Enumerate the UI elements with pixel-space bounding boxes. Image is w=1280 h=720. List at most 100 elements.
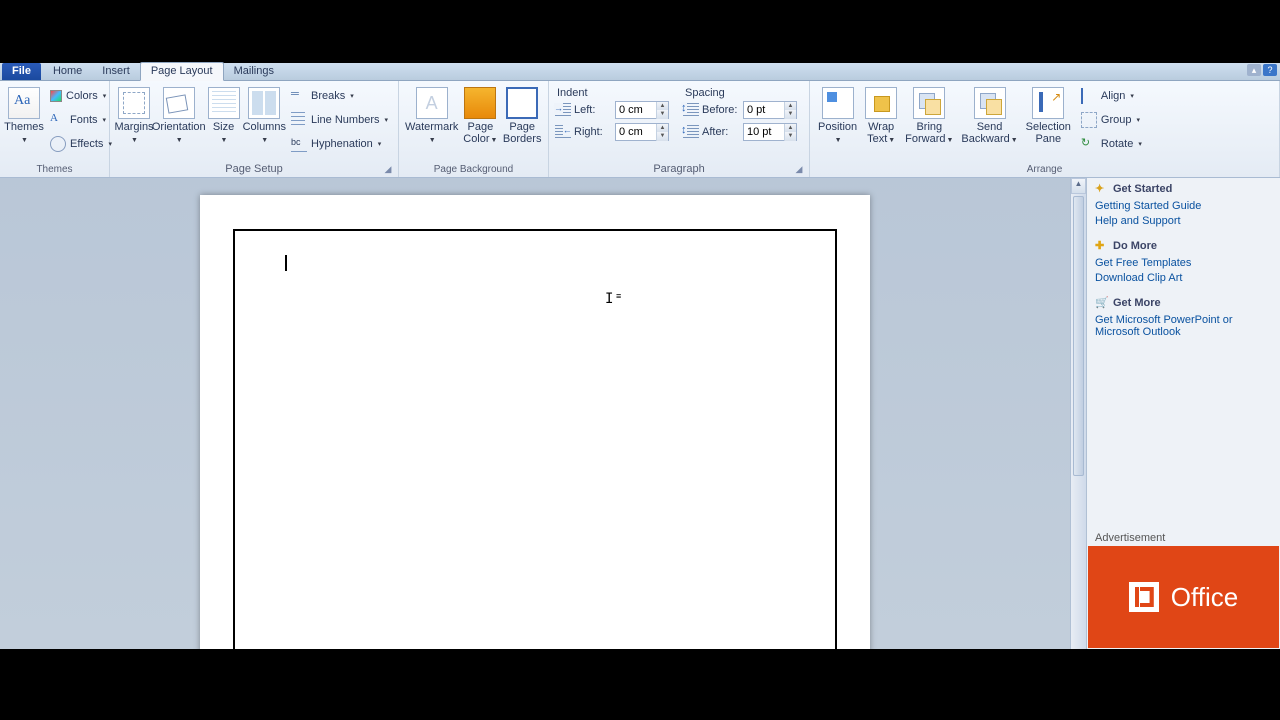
indent-right-icon — [555, 125, 571, 139]
spacing-after-spinner[interactable]: ▲▼ — [743, 123, 797, 141]
chevron-down-icon: ▼ — [946, 137, 953, 144]
scroll-up-icon[interactable]: ▲ — [1071, 178, 1086, 194]
hyphenation-button[interactable]: Hyphenation▾ — [287, 133, 392, 155]
indent-right-spinner[interactable]: ▲▼ — [615, 123, 669, 141]
spin-down-icon[interactable]: ▼ — [784, 110, 796, 119]
spacing-before-input[interactable] — [744, 104, 784, 116]
selection-pane-label: Selection Pane — [1026, 121, 1071, 145]
office-logo-icon — [1129, 582, 1159, 612]
tab-home[interactable]: Home — [43, 63, 92, 80]
indent-right-input[interactable] — [616, 126, 656, 138]
align-button[interactable]: Align▾ — [1077, 85, 1146, 107]
send-backward-button[interactable]: Send Backward▼ — [957, 83, 1021, 147]
breaks-button[interactable]: Breaks▾ — [287, 85, 392, 107]
tab-page-layout[interactable]: Page Layout — [140, 62, 224, 81]
themes-button[interactable]: Themes▼ — [4, 83, 44, 147]
margins-label: Margins — [114, 121, 153, 133]
group-title-themes: Themes — [4, 163, 105, 176]
chevron-down-icon: ▼ — [131, 137, 138, 144]
send-backward-icon — [974, 87, 1006, 119]
tab-file[interactable]: File — [2, 63, 41, 80]
spin-up-icon[interactable]: ▲ — [784, 124, 796, 133]
tab-insert[interactable]: Insert — [92, 63, 140, 80]
chevron-down-icon: ▼ — [1011, 137, 1018, 144]
group-icon — [1081, 112, 1097, 128]
indent-left-input[interactable] — [616, 104, 656, 116]
vertical-scrollbar[interactable]: ▲ — [1070, 178, 1086, 649]
rotate-button[interactable]: ↻Rotate▾ — [1077, 133, 1146, 155]
help-icon[interactable]: ? — [1263, 64, 1277, 76]
position-label: Position — [818, 121, 857, 133]
dialog-launcher-icon[interactable]: ◢ — [793, 164, 805, 176]
ribbon: Themes▼ Colors▾ AFonts▾ Effects▾ Themes … — [0, 81, 1280, 178]
scroll-thumb[interactable] — [1073, 196, 1084, 476]
position-icon — [822, 87, 854, 119]
spacing-heading: Spacing — [683, 85, 797, 99]
size-label: Size — [213, 121, 234, 133]
spin-down-icon[interactable]: ▼ — [656, 132, 668, 141]
indent-left-spinner[interactable]: ▲▼ — [615, 101, 669, 119]
chevron-down-icon: ▼ — [261, 137, 268, 144]
document-canvas[interactable]: I ≡ — [0, 178, 1070, 649]
group-button[interactable]: Group▾ — [1077, 109, 1146, 131]
wrap-text-button[interactable]: Wrap Text▼ — [861, 83, 901, 147]
page[interactable]: I ≡ — [200, 195, 870, 649]
advertisement-banner[interactable]: Office — [1088, 546, 1279, 648]
wrap-text-icon — [865, 87, 897, 119]
link-help-and-support[interactable]: Help and Support — [1095, 214, 1272, 229]
link-getting-started-guide[interactable]: Getting Started Guide — [1095, 199, 1272, 214]
columns-icon — [248, 87, 280, 119]
minimize-ribbon-icon[interactable]: ▴ — [1247, 64, 1261, 76]
chevron-down-icon: ▼ — [491, 137, 498, 144]
align-label: Align — [1101, 90, 1125, 102]
chevron-down-icon: ▾ — [384, 116, 388, 124]
margins-icon — [118, 87, 150, 119]
page-borders-button[interactable]: Page Borders — [500, 83, 544, 145]
effects-button[interactable]: Effects▾ — [46, 133, 116, 155]
group-page-setup: Margins▼ Orientation▼ Size▼ Columns▼ Bre… — [110, 81, 399, 177]
spin-up-icon[interactable]: ▲ — [656, 124, 668, 133]
link-get-powerpoint-outlook[interactable]: Get Microsoft PowerPoint or Microsoft Ou… — [1095, 313, 1272, 340]
cart-icon: 🛒 — [1095, 296, 1109, 310]
colors-icon — [50, 90, 62, 102]
size-icon — [208, 87, 240, 119]
rotate-icon: ↻ — [1081, 136, 1097, 152]
chevron-down-icon: ▼ — [176, 137, 183, 144]
mouse-ibeam-icon: I ≡ — [605, 291, 621, 307]
text-cursor — [285, 255, 287, 271]
effects-icon — [50, 136, 66, 152]
group-paragraph: Indent Left: ▲▼ Right: ▲▼ Spacing Before… — [549, 81, 810, 177]
group-title-paragraph: Paragraph — [653, 163, 704, 175]
rotate-label: Rotate — [1101, 138, 1133, 150]
orientation-button[interactable]: Orientation▼ — [154, 83, 204, 147]
size-button[interactable]: Size▼ — [204, 83, 244, 147]
fonts-button[interactable]: AFonts▾ — [46, 109, 116, 131]
margins-button[interactable]: Margins ▼ — [114, 83, 154, 147]
bring-forward-button[interactable]: Bring Forward▼ — [901, 83, 957, 147]
spin-down-icon[interactable]: ▼ — [656, 110, 668, 119]
colors-button[interactable]: Colors▾ — [46, 85, 116, 107]
spacing-after-input[interactable] — [744, 126, 784, 138]
tab-mailings[interactable]: Mailings — [224, 63, 284, 80]
link-get-free-templates[interactable]: Get Free Templates — [1095, 256, 1272, 271]
page-color-button[interactable]: Page Color▼ — [460, 83, 500, 147]
spin-down-icon[interactable]: ▼ — [784, 132, 796, 141]
watermark-label: Watermark — [405, 121, 458, 133]
dialog-launcher-icon[interactable]: ◢ — [382, 164, 394, 176]
spin-up-icon[interactable]: ▲ — [656, 102, 668, 111]
page-border: I ≡ — [233, 229, 837, 649]
position-button[interactable]: Position▼ — [814, 83, 861, 147]
group-title-page-setup: Page Setup — [225, 163, 283, 175]
star-icon: ✦ — [1095, 182, 1109, 196]
chevron-down-icon: ▼ — [429, 137, 436, 144]
watermark-button[interactable]: AWatermark▼ — [403, 83, 460, 147]
spin-up-icon[interactable]: ▲ — [784, 102, 796, 111]
chevron-down-icon: ▾ — [350, 92, 354, 100]
selection-pane-button[interactable]: Selection Pane — [1022, 83, 1075, 145]
link-download-clip-art[interactable]: Download Clip Art — [1095, 271, 1272, 286]
line-numbers-label: Line Numbers — [311, 114, 379, 126]
columns-button[interactable]: Columns▼ — [244, 83, 285, 147]
line-numbers-button[interactable]: Line Numbers ▾ — [287, 109, 392, 131]
spacing-before-spinner[interactable]: ▲▼ — [743, 101, 797, 119]
advertisement-label: Advertisement — [1087, 530, 1280, 546]
